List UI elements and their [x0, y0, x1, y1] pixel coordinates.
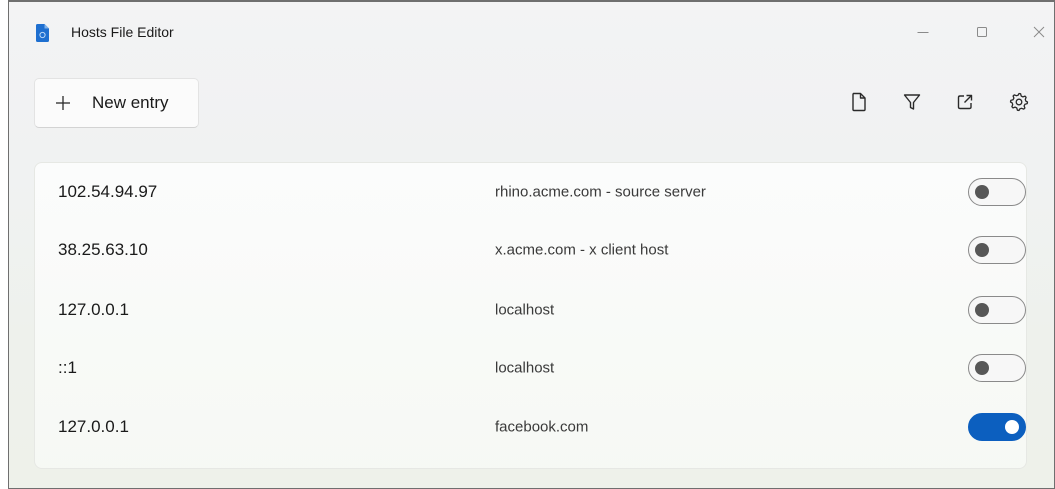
toggle-knob — [975, 361, 989, 375]
close-icon — [1033, 26, 1045, 38]
window-title: Hosts File Editor — [71, 24, 174, 40]
maximize-icon — [977, 27, 987, 37]
entry-hostname: localhost — [495, 359, 555, 377]
entry-hostname: x.acme.com - x client host — [495, 241, 669, 259]
entry-toggle-off[interactable] — [968, 296, 1026, 324]
plus-icon — [56, 96, 70, 110]
entry-toggle-off[interactable] — [968, 236, 1026, 264]
minimize-icon — [917, 32, 929, 33]
list-item[interactable]: 102.54.94.97 rhino.acme.com - source ser… — [35, 163, 1026, 221]
entry-ip-address: 127.0.0.1 — [58, 300, 129, 319]
list-item[interactable]: 38.25.63.10 x.acme.com - x client host — [35, 221, 1026, 279]
entry-ip-address: ::1 — [58, 358, 77, 377]
app-file-icon — [36, 24, 49, 42]
list-item[interactable]: ::1 localhost — [35, 339, 1026, 397]
maximize-button[interactable] — [959, 16, 1005, 48]
settings-gear-icon[interactable] — [1007, 90, 1031, 114]
new-entry-label: New entry — [92, 93, 169, 112]
minimize-button[interactable] — [900, 16, 946, 48]
toggle-knob — [1005, 420, 1019, 434]
close-button[interactable] — [1016, 16, 1054, 48]
entry-ip-address: 38.25.63.10 — [58, 240, 148, 259]
filter-icon[interactable] — [900, 90, 924, 114]
list-item[interactable]: 127.0.0.1 facebook.com — [35, 398, 1026, 456]
entry-toggle-on[interactable] — [968, 413, 1026, 441]
toggle-knob — [975, 243, 989, 257]
app-window: Hosts File Editor New entry 102.54.94.97… — [8, 0, 1055, 489]
open-external-icon[interactable] — [953, 90, 977, 114]
entry-hostname: localhost — [495, 301, 555, 319]
toggle-knob — [975, 303, 989, 317]
new-file-icon[interactable] — [847, 90, 871, 114]
entry-hostname: facebook.com — [495, 418, 589, 436]
new-entry-button[interactable]: New entry — [34, 78, 199, 128]
title-bar[interactable]: Hosts File Editor — [9, 2, 1054, 62]
entry-ip-address: 102.54.94.97 — [58, 182, 158, 201]
list-item[interactable]: 127.0.0.1 localhost — [35, 281, 1026, 339]
entry-hostname: rhino.acme.com - source server — [495, 183, 706, 201]
entry-toggle-off[interactable] — [968, 354, 1026, 382]
toggle-knob — [975, 185, 989, 199]
entries-list: 102.54.94.97 rhino.acme.com - source ser… — [34, 162, 1027, 469]
entry-ip-address: 127.0.0.1 — [58, 417, 129, 436]
entry-toggle-off[interactable] — [968, 178, 1026, 206]
